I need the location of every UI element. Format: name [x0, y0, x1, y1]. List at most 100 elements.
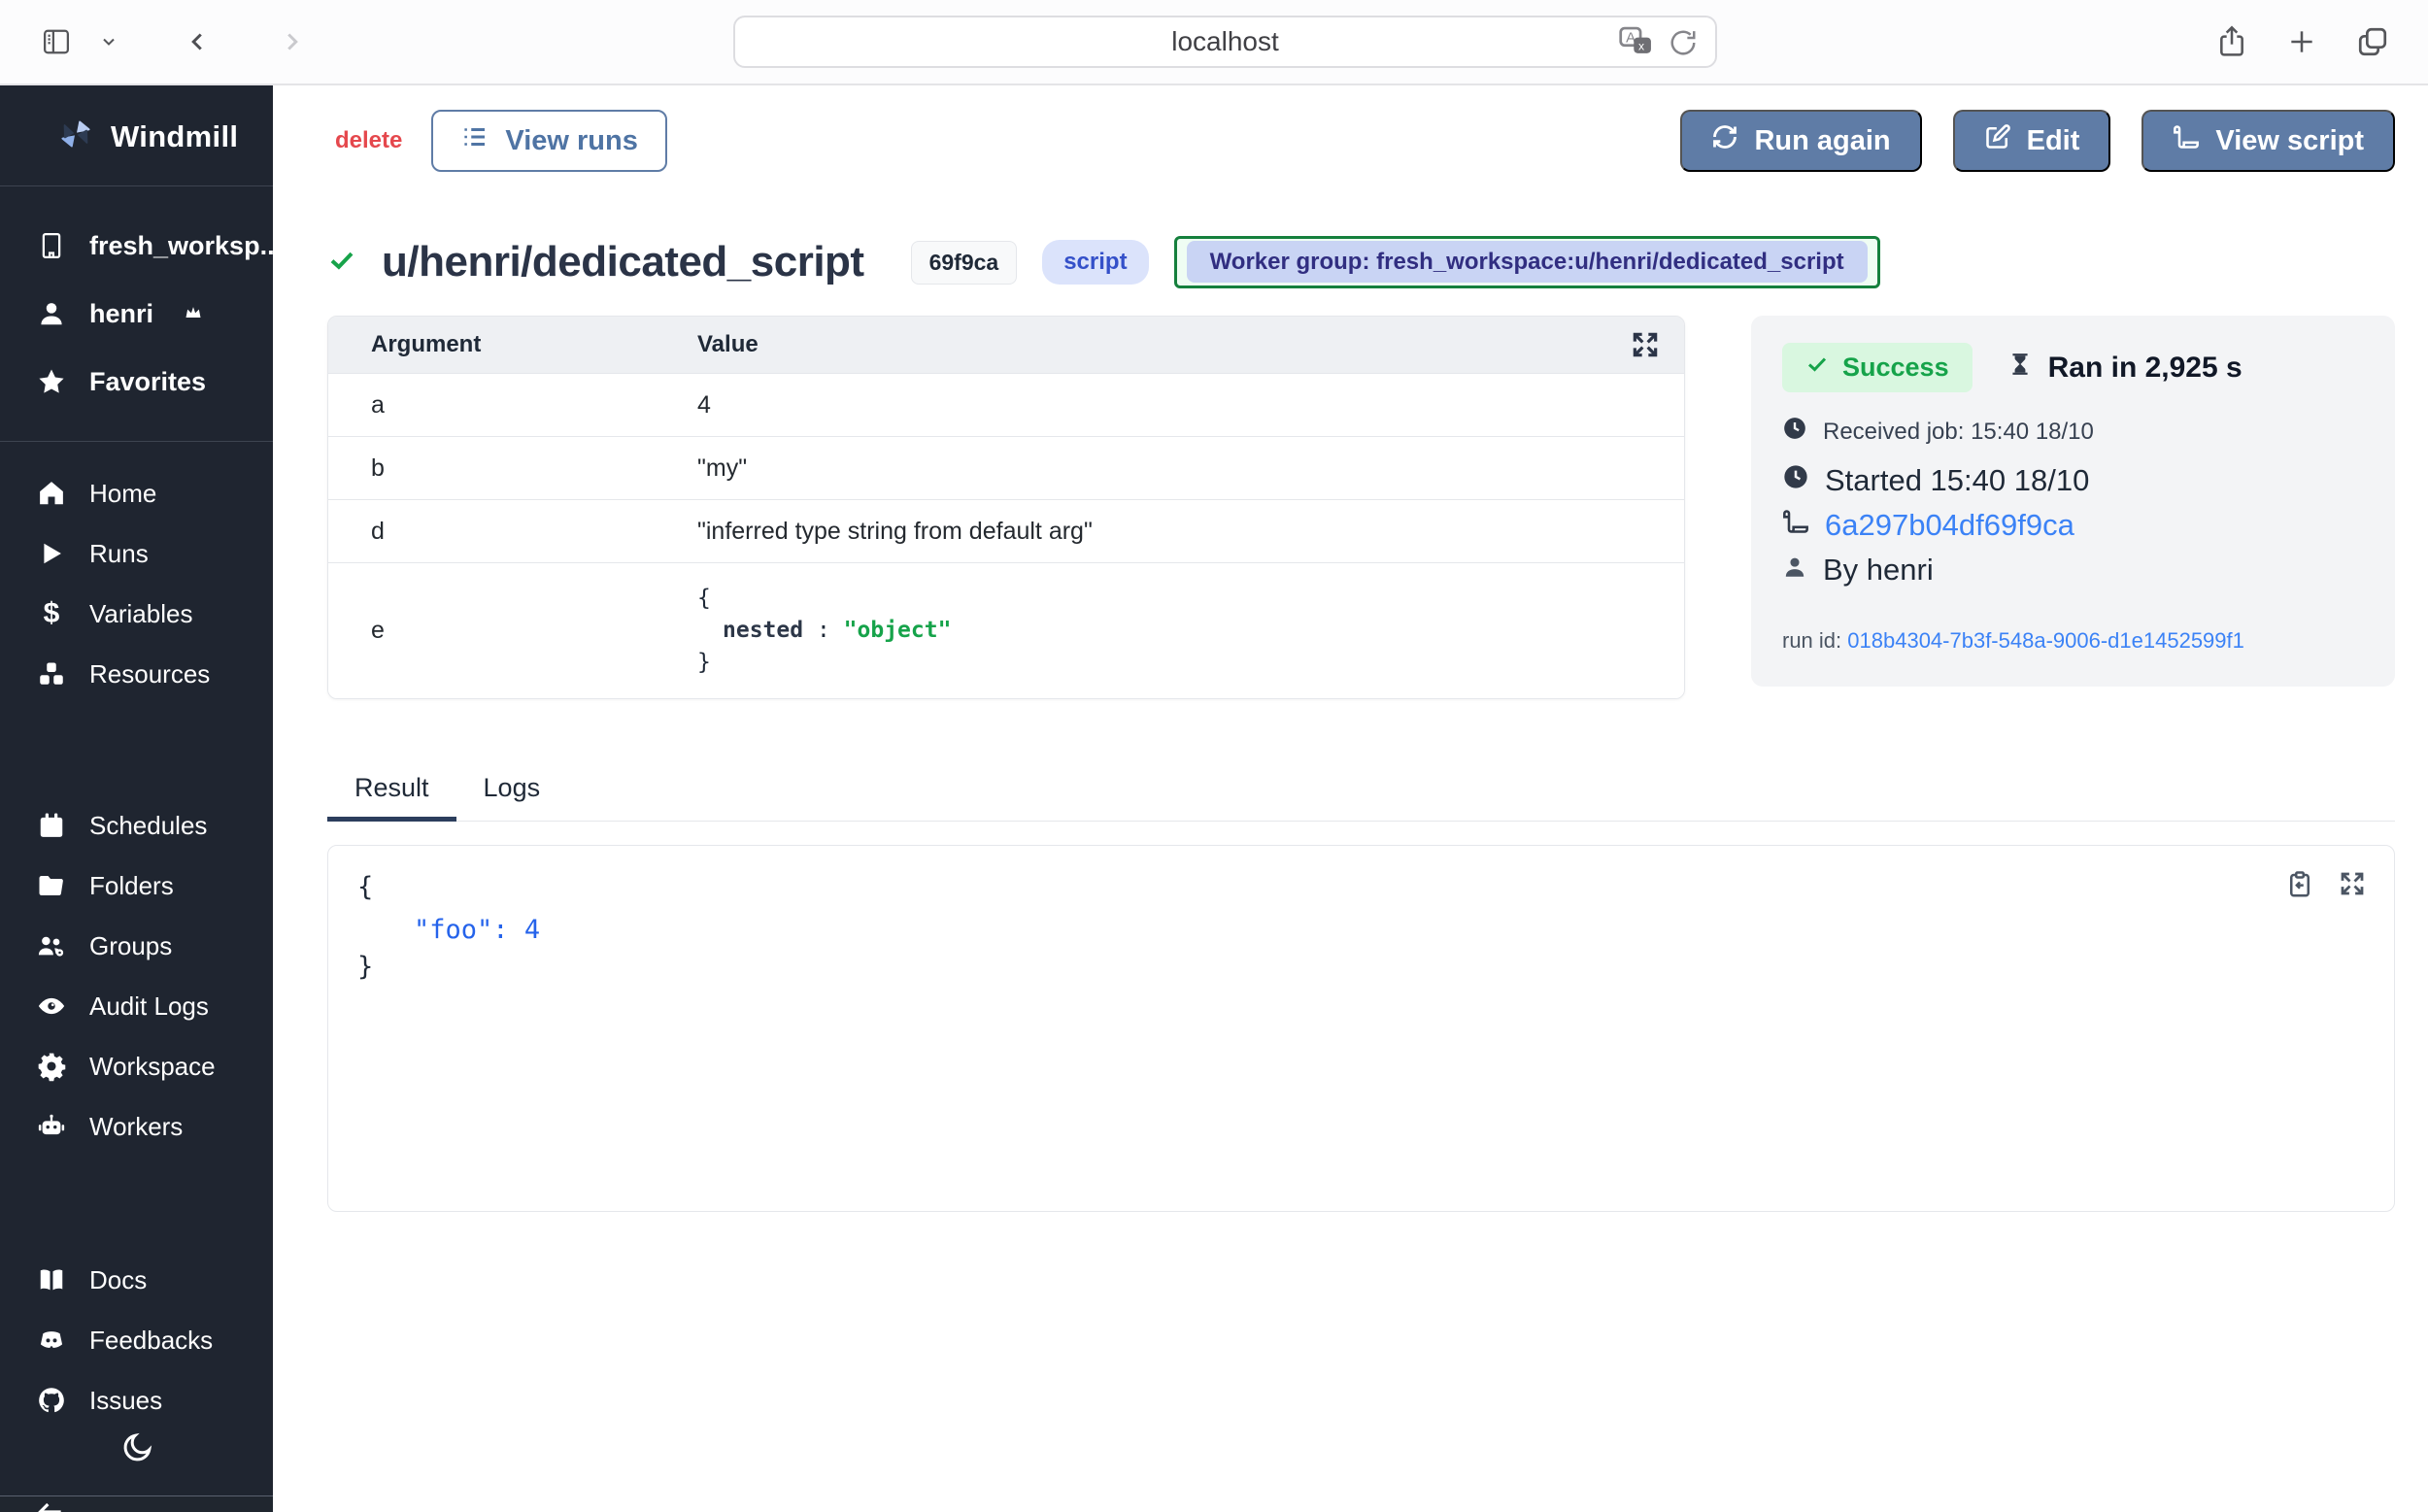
run-again-label: Run again — [1754, 125, 1890, 157]
table-row: e { nested : "object" } — [328, 562, 1684, 698]
sidebar-item-docs[interactable]: Docs — [0, 1250, 273, 1310]
result-viewer: { "foo": 4 } — [327, 845, 2395, 1212]
sidebar-item-resources[interactable]: Resources — [0, 644, 273, 704]
status-text: Success — [1842, 353, 1949, 383]
copy-result-icon[interactable] — [2285, 869, 2314, 905]
robot-icon — [35, 1112, 68, 1141]
json-colon: : — [492, 915, 508, 945]
json-value: 4 — [524, 915, 540, 945]
nav-label: Workspace — [89, 1052, 216, 1082]
title-row: u/henri/dedicated_script 69f9ca script W… — [327, 236, 2395, 288]
sidebar-item-runs[interactable]: Runs — [0, 523, 273, 584]
sidebar-item-groups[interactable]: Groups — [0, 916, 273, 976]
hourglass-icon — [2007, 350, 2033, 386]
object-key[interactable]: nested — [723, 618, 803, 643]
run-again-button[interactable]: Run again — [1680, 110, 1921, 172]
sidebar-item-workers[interactable]: Workers — [0, 1096, 273, 1157]
kind-badge: script — [1042, 240, 1148, 285]
script-hash-link[interactable]: 6a297b04df69f9ca — [1825, 508, 2074, 543]
hash-badge[interactable]: 69f9ca — [911, 241, 1018, 285]
delete-button[interactable]: delete — [335, 127, 402, 154]
edit-label: Edit — [2027, 125, 2080, 157]
sidebar-item-workspace-switcher[interactable]: fresh_worksp... — [0, 212, 273, 280]
nav-label: Audit Logs — [89, 991, 209, 1022]
view-runs-button[interactable]: View runs — [431, 110, 666, 172]
run-id-label: run id: — [1782, 628, 1841, 653]
tab-overview-icon[interactable] — [2356, 25, 2389, 58]
arguments-table: Argument Value a 4 b "my" — [327, 316, 1685, 699]
book-icon — [35, 1265, 68, 1294]
tab-logs[interactable]: Logs — [456, 761, 568, 822]
expand-table-icon[interactable] — [1630, 329, 1661, 367]
status-badge: Success — [1782, 343, 1973, 392]
success-check-icon — [327, 246, 356, 280]
table-row: d "inferred type string from default arg… — [328, 499, 1684, 562]
translate-icon[interactable]: Ax — [1618, 25, 1655, 60]
collapse-sidebar-icon[interactable] — [33, 1496, 68, 1512]
sidebar-item-home[interactable]: Home — [0, 463, 273, 523]
windmill-logo-icon — [56, 115, 95, 158]
view-script-label: View script — [2215, 125, 2364, 157]
star-icon — [35, 367, 68, 396]
crown-icon — [183, 299, 204, 329]
json-key[interactable]: "foo" — [414, 915, 492, 945]
sidebar-toggle-icon[interactable] — [39, 27, 74, 56]
users-icon — [35, 931, 68, 960]
gear-icon — [35, 1051, 68, 1082]
worker-group-highlight: Worker group: fresh_workspace:u/henri/de… — [1174, 236, 1880, 288]
sidebar-item-schedules[interactable]: Schedules — [0, 795, 273, 856]
sidebar-item-issues[interactable]: Issues — [0, 1370, 273, 1430]
github-icon — [35, 1386, 68, 1415]
back-button[interactable] — [183, 27, 212, 56]
main-content: delete View runs Run again — [273, 85, 2428, 1512]
argument-name: a — [328, 391, 697, 420]
dark-mode-toggle[interactable] — [119, 1430, 154, 1470]
duration-text: Ran in 2,925 s — [2048, 352, 2243, 385]
view-script-button[interactable]: View script — [2141, 110, 2395, 172]
sidebar-item-user[interactable]: henri — [0, 280, 273, 348]
new-tab-icon[interactable] — [2286, 26, 2317, 57]
sidebar-item-audit-logs[interactable]: Audit Logs — [0, 976, 273, 1036]
sidebar-item-favorites[interactable]: Favorites — [0, 348, 273, 416]
discord-icon — [35, 1327, 68, 1354]
sidebar-item-variables[interactable]: $ Variables — [0, 584, 273, 644]
play-icon — [35, 539, 68, 568]
nav-label: Resources — [89, 659, 210, 689]
brand[interactable]: Windmill — [0, 85, 273, 185]
chevron-down-icon[interactable] — [99, 32, 118, 51]
result-json: { "foo": 4 } — [357, 873, 2365, 982]
share-icon[interactable] — [2216, 24, 2247, 59]
check-icon — [1805, 353, 1829, 383]
sidebar-item-folders[interactable]: Folders — [0, 856, 273, 916]
sidebar-item-workspace-settings[interactable]: Workspace — [0, 1036, 273, 1096]
forward-button[interactable] — [278, 27, 307, 56]
column-header-value: Value — [697, 331, 1684, 358]
reload-icon[interactable] — [1669, 28, 1698, 57]
nav-label: Variables — [89, 599, 192, 629]
json-open-brace: { — [357, 873, 2365, 902]
building-icon — [35, 230, 68, 261]
triggered-by-text: By henri — [1823, 553, 1934, 588]
argument-value: "my" — [697, 454, 1684, 483]
nav-label: Runs — [89, 539, 149, 569]
edit-button[interactable]: Edit — [1953, 110, 2111, 172]
object-value: "object" — [844, 618, 952, 643]
expand-result-icon[interactable] — [2338, 869, 2367, 905]
dollar-icon: $ — [35, 599, 68, 628]
boxes-icon — [35, 659, 68, 689]
nav-label: Schedules — [89, 811, 207, 841]
received-job-text: Received job: 15:40 18/10 — [1823, 419, 2094, 446]
run-id-link[interactable]: 018b4304-7b3f-548a-9006-d1e1452599f1 — [1847, 628, 2244, 653]
result-tabs: Result Logs — [327, 761, 2395, 822]
user-icon — [35, 299, 68, 328]
calendar-icon — [35, 811, 68, 840]
tab-result[interactable]: Result — [327, 761, 456, 822]
argument-name: e — [328, 617, 697, 645]
sidebar-footer — [0, 1495, 273, 1512]
argument-object-value: { nested : "object" } — [697, 583, 1684, 679]
sidebar-item-feedbacks[interactable]: Feedbacks — [0, 1310, 273, 1370]
column-header-argument: Argument — [328, 331, 697, 358]
address-bar[interactable]: localhost Ax — [733, 16, 1717, 68]
object-close-brace: } — [697, 647, 1684, 679]
object-colon: : — [817, 618, 830, 643]
